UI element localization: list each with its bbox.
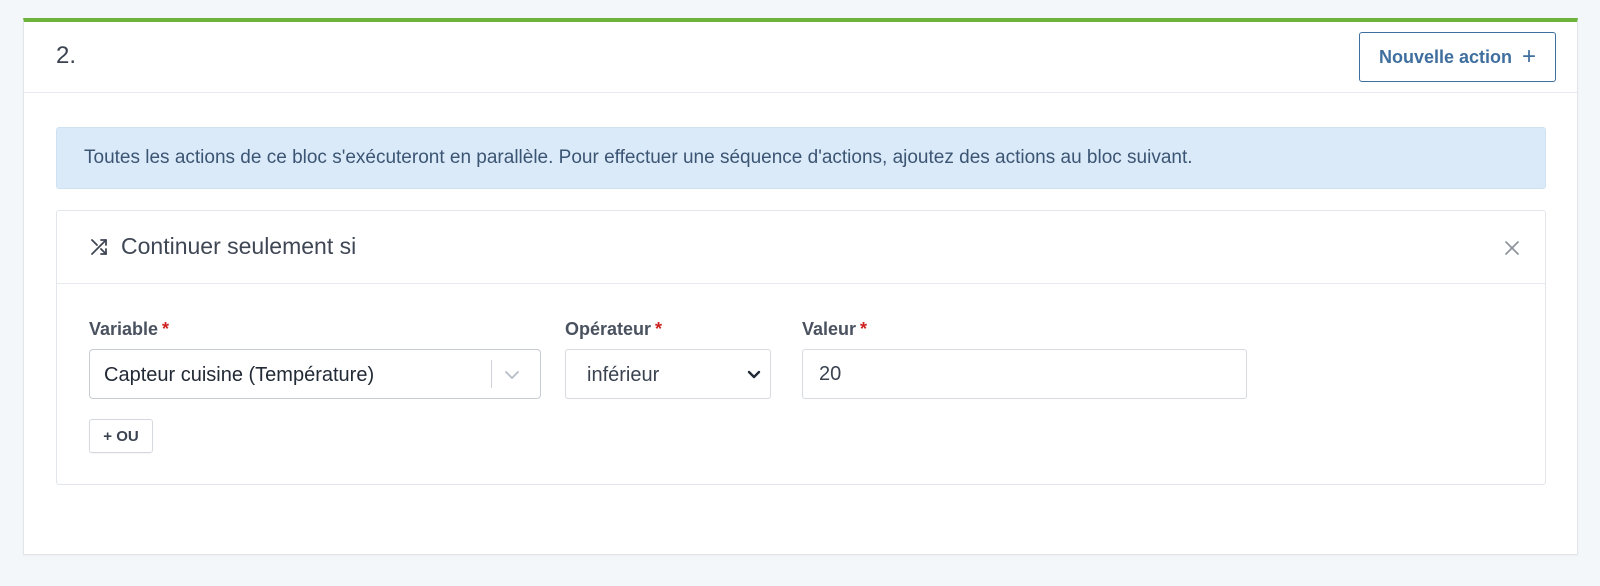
value-input[interactable] <box>802 349 1247 399</box>
action-panel: Continuer seulement si Variable * Opérate… <box>56 210 1546 485</box>
operator-label-text: Opérateur <box>565 319 652 339</box>
chevron-down-icon[interactable] <box>502 365 522 385</box>
operator-label: Opérateur * <box>565 319 662 340</box>
card-header: 2. Nouvelle action + <box>24 22 1577 93</box>
action-panel-header: Continuer seulement si <box>57 211 1545 284</box>
value-label: Valeur * <box>802 319 867 340</box>
info-alert: Toutes les actions de ce bloc s'exécuter… <box>56 127 1546 189</box>
variable-select[interactable]: Capteur cuisine (Température) <box>89 349 541 399</box>
operator-selected-value: inférieur <box>587 364 660 386</box>
action-title: Continuer seulement si <box>121 233 357 259</box>
add-or-button[interactable]: + OU <box>89 419 153 453</box>
chevron-down-icon <box>747 370 761 379</box>
close-icon[interactable] <box>1501 237 1523 259</box>
info-alert-text: Toutes les actions de ce bloc s'exécuter… <box>84 147 1193 168</box>
new-action-button[interactable]: Nouvelle action + <box>1359 32 1556 82</box>
required-mark: * <box>655 319 663 339</box>
new-action-label: Nouvelle action <box>1378 46 1512 67</box>
operator-select[interactable]: inférieur <box>565 349 771 399</box>
plus-icon: + <box>1522 43 1537 70</box>
variable-selected-value: Capteur cuisine (Température) <box>104 364 375 386</box>
variable-label: Variable * <box>89 319 169 340</box>
required-mark: * <box>162 319 170 339</box>
required-mark: * <box>860 319 868 339</box>
step-number: 2. <box>56 42 77 69</box>
shuffle-icon <box>91 239 107 255</box>
value-label-text: Valeur <box>802 319 857 339</box>
select-separator <box>491 360 492 388</box>
action-block-card: 2. Nouvelle action + Toutes les actions … <box>23 18 1578 555</box>
variable-label-text: Variable <box>89 319 159 339</box>
